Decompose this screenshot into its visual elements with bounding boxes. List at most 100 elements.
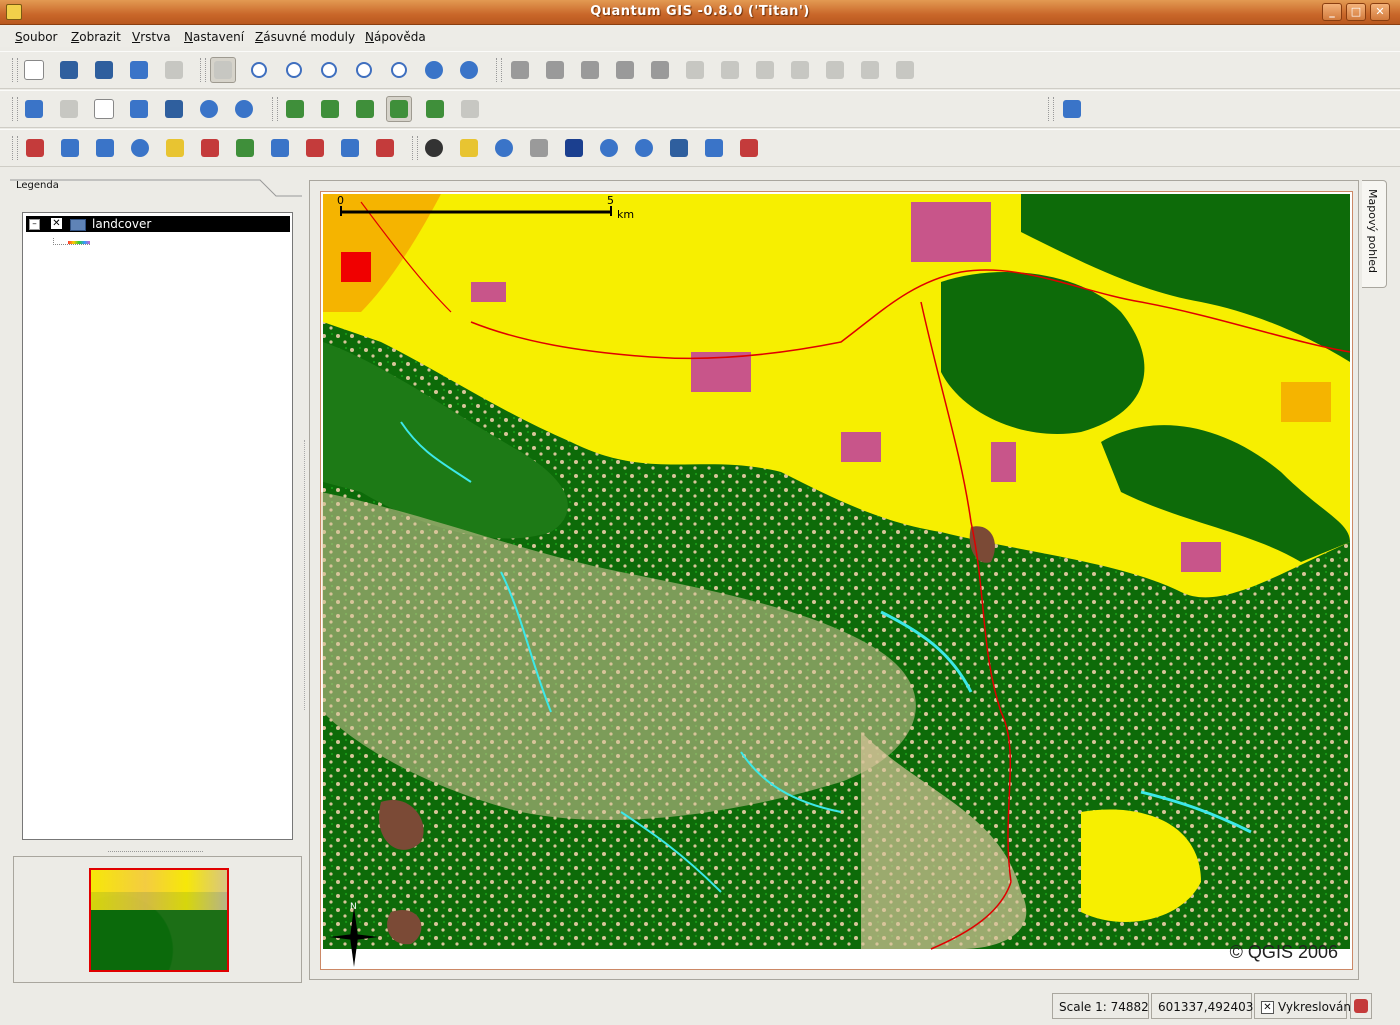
grass-edit-region-icon: [426, 100, 444, 118]
database-icon: [96, 139, 114, 157]
map-view-tab[interactable]: Mapový pohled: [1362, 180, 1387, 288]
new-vector-button[interactable]: [162, 135, 188, 161]
add-vertex-button[interactable]: [612, 57, 638, 83]
toolbar-grip[interactable]: [200, 58, 206, 82]
menu-soubor[interactable]: Soubor: [15, 30, 57, 44]
capture-line-button[interactable]: [542, 57, 568, 83]
grass-tools-button[interactable]: [352, 96, 378, 122]
add-ring-button[interactable]: [752, 57, 778, 83]
new-bookmark-button[interactable]: [231, 96, 257, 122]
layer-visibility-checkbox[interactable]: ✕: [51, 218, 62, 229]
delete-vertex-button[interactable]: [682, 57, 708, 83]
collapse-toggle[interactable]: –: [29, 219, 40, 230]
scale-display: Scale 1: 74882: [1052, 993, 1149, 1019]
add-vector-button[interactable]: [22, 135, 48, 161]
urban-block: [991, 442, 1016, 482]
georeferencer-button[interactable]: [631, 135, 657, 161]
move-vertex-button[interactable]: [647, 57, 673, 83]
legend-tab[interactable]: Legenda: [10, 178, 302, 197]
delete-selected-button[interactable]: [787, 57, 813, 83]
grass-open-mapset-button[interactable]: [282, 96, 308, 122]
maximize-button[interactable]: □: [1346, 3, 1366, 21]
grass-digitize-icon: [461, 100, 479, 118]
pan-tool-button[interactable]: [210, 57, 236, 83]
scale-bar-unit: km: [617, 208, 634, 221]
zoom-in-button[interactable]: [246, 57, 272, 83]
add-all-layers-button[interactable]: [232, 135, 258, 161]
toolbar-grip[interactable]: [1048, 97, 1054, 121]
add-island-button[interactable]: [717, 57, 743, 83]
in-overview-button[interactable]: [372, 135, 398, 161]
measure-line-button[interactable]: [126, 96, 152, 122]
help-contents-button[interactable]: [1059, 96, 1085, 122]
refresh-button[interactable]: [456, 57, 482, 83]
paste-features-button[interactable]: [892, 57, 918, 83]
render-checkbox[interactable]: ✕: [1261, 1001, 1274, 1014]
toolbar-grip[interactable]: [12, 136, 18, 160]
menu-zasuvne-moduly[interactable]: Zásuvné moduly: [255, 30, 355, 44]
legend-panel[interactable]: – ✕ landcover: [22, 212, 293, 840]
scale-bar-button[interactable]: [666, 135, 692, 161]
capture-polygon-button[interactable]: [577, 57, 603, 83]
text-file-icon: [530, 139, 548, 157]
menu-nastaveni[interactable]: Nastavení: [184, 30, 244, 44]
cut-features-button[interactable]: [822, 57, 848, 83]
scissors-icon: [826, 61, 844, 79]
menu-vrstva[interactable]: Vrstva: [132, 30, 171, 44]
toolbar-grip[interactable]: [272, 97, 278, 121]
copyright-label-button[interactable]: [421, 135, 447, 161]
menu-napoveda[interactable]: Nápověda: [365, 30, 426, 44]
show-all-layers-button[interactable]: [302, 135, 328, 161]
select-features-button[interactable]: [56, 96, 82, 122]
close-button[interactable]: ✕: [1370, 3, 1390, 21]
menu-zobrazit[interactable]: Zobrazit: [71, 30, 121, 44]
hide-all-layers-button[interactable]: [337, 135, 363, 161]
show-bookmarks-button[interactable]: [196, 96, 222, 122]
minimize-button[interactable]: _: [1322, 3, 1342, 21]
print-button[interactable]: [161, 57, 187, 83]
overview-panel[interactable]: [13, 856, 302, 983]
grass-region-button[interactable]: [386, 96, 412, 122]
capture-point-button[interactable]: [507, 57, 533, 83]
add-raster-button[interactable]: [57, 135, 83, 161]
grass-new-mapset-icon: [321, 100, 339, 118]
remove-all-layers-button[interactable]: [267, 135, 293, 161]
toolbar-grip[interactable]: [12, 97, 18, 121]
save-project-button[interactable]: [56, 57, 82, 83]
gps-tools-button[interactable]: [456, 135, 482, 161]
grass-new-mapset-button[interactable]: [317, 96, 343, 122]
legend-layer-row[interactable]: – ✕ landcover: [26, 216, 290, 232]
save-as-button[interactable]: [91, 57, 117, 83]
render-toggle[interactable]: ✕ Vykreslování: [1254, 993, 1354, 1019]
zoom-full-button[interactable]: [316, 57, 342, 83]
help-book-icon: [1063, 100, 1081, 118]
wfs-button[interactable]: [491, 135, 517, 161]
remove-layer-button[interactable]: [197, 135, 223, 161]
toolbar-grip[interactable]: [412, 136, 418, 160]
spit-button[interactable]: [736, 135, 762, 161]
zoom-layer-button[interactable]: [386, 57, 412, 83]
overview-splitter[interactable]: [108, 851, 203, 855]
open-project-button[interactable]: [126, 57, 152, 83]
overview-map-thumbnail[interactable]: [89, 868, 229, 972]
grass-digitize-button[interactable]: [457, 96, 483, 122]
zoom-out-button[interactable]: [281, 57, 307, 83]
new-project-button[interactable]: [21, 57, 47, 83]
add-postgis-button[interactable]: [92, 135, 118, 161]
open-table-button[interactable]: [91, 96, 117, 122]
toolbar-grip[interactable]: [12, 58, 18, 82]
add-wms-button[interactable]: [127, 135, 153, 161]
zoom-selection-button[interactable]: [351, 57, 377, 83]
stop-render-button[interactable]: [1350, 993, 1372, 1019]
toolbar-grip[interactable]: [496, 58, 502, 82]
north-arrow-button[interactable]: [596, 135, 622, 161]
copy-features-button[interactable]: [857, 57, 883, 83]
quick-print-button[interactable]: [701, 135, 727, 161]
identify-button[interactable]: [21, 96, 47, 122]
graticule-button[interactable]: [561, 135, 587, 161]
zoom-last-button[interactable]: [421, 57, 447, 83]
delimited-text-button[interactable]: [526, 135, 552, 161]
grass-edit-region-button[interactable]: [422, 96, 448, 122]
measure-area-button[interactable]: [161, 96, 187, 122]
map-canvas[interactable]: 0 5 km N © QGIS 2006: [320, 191, 1353, 970]
